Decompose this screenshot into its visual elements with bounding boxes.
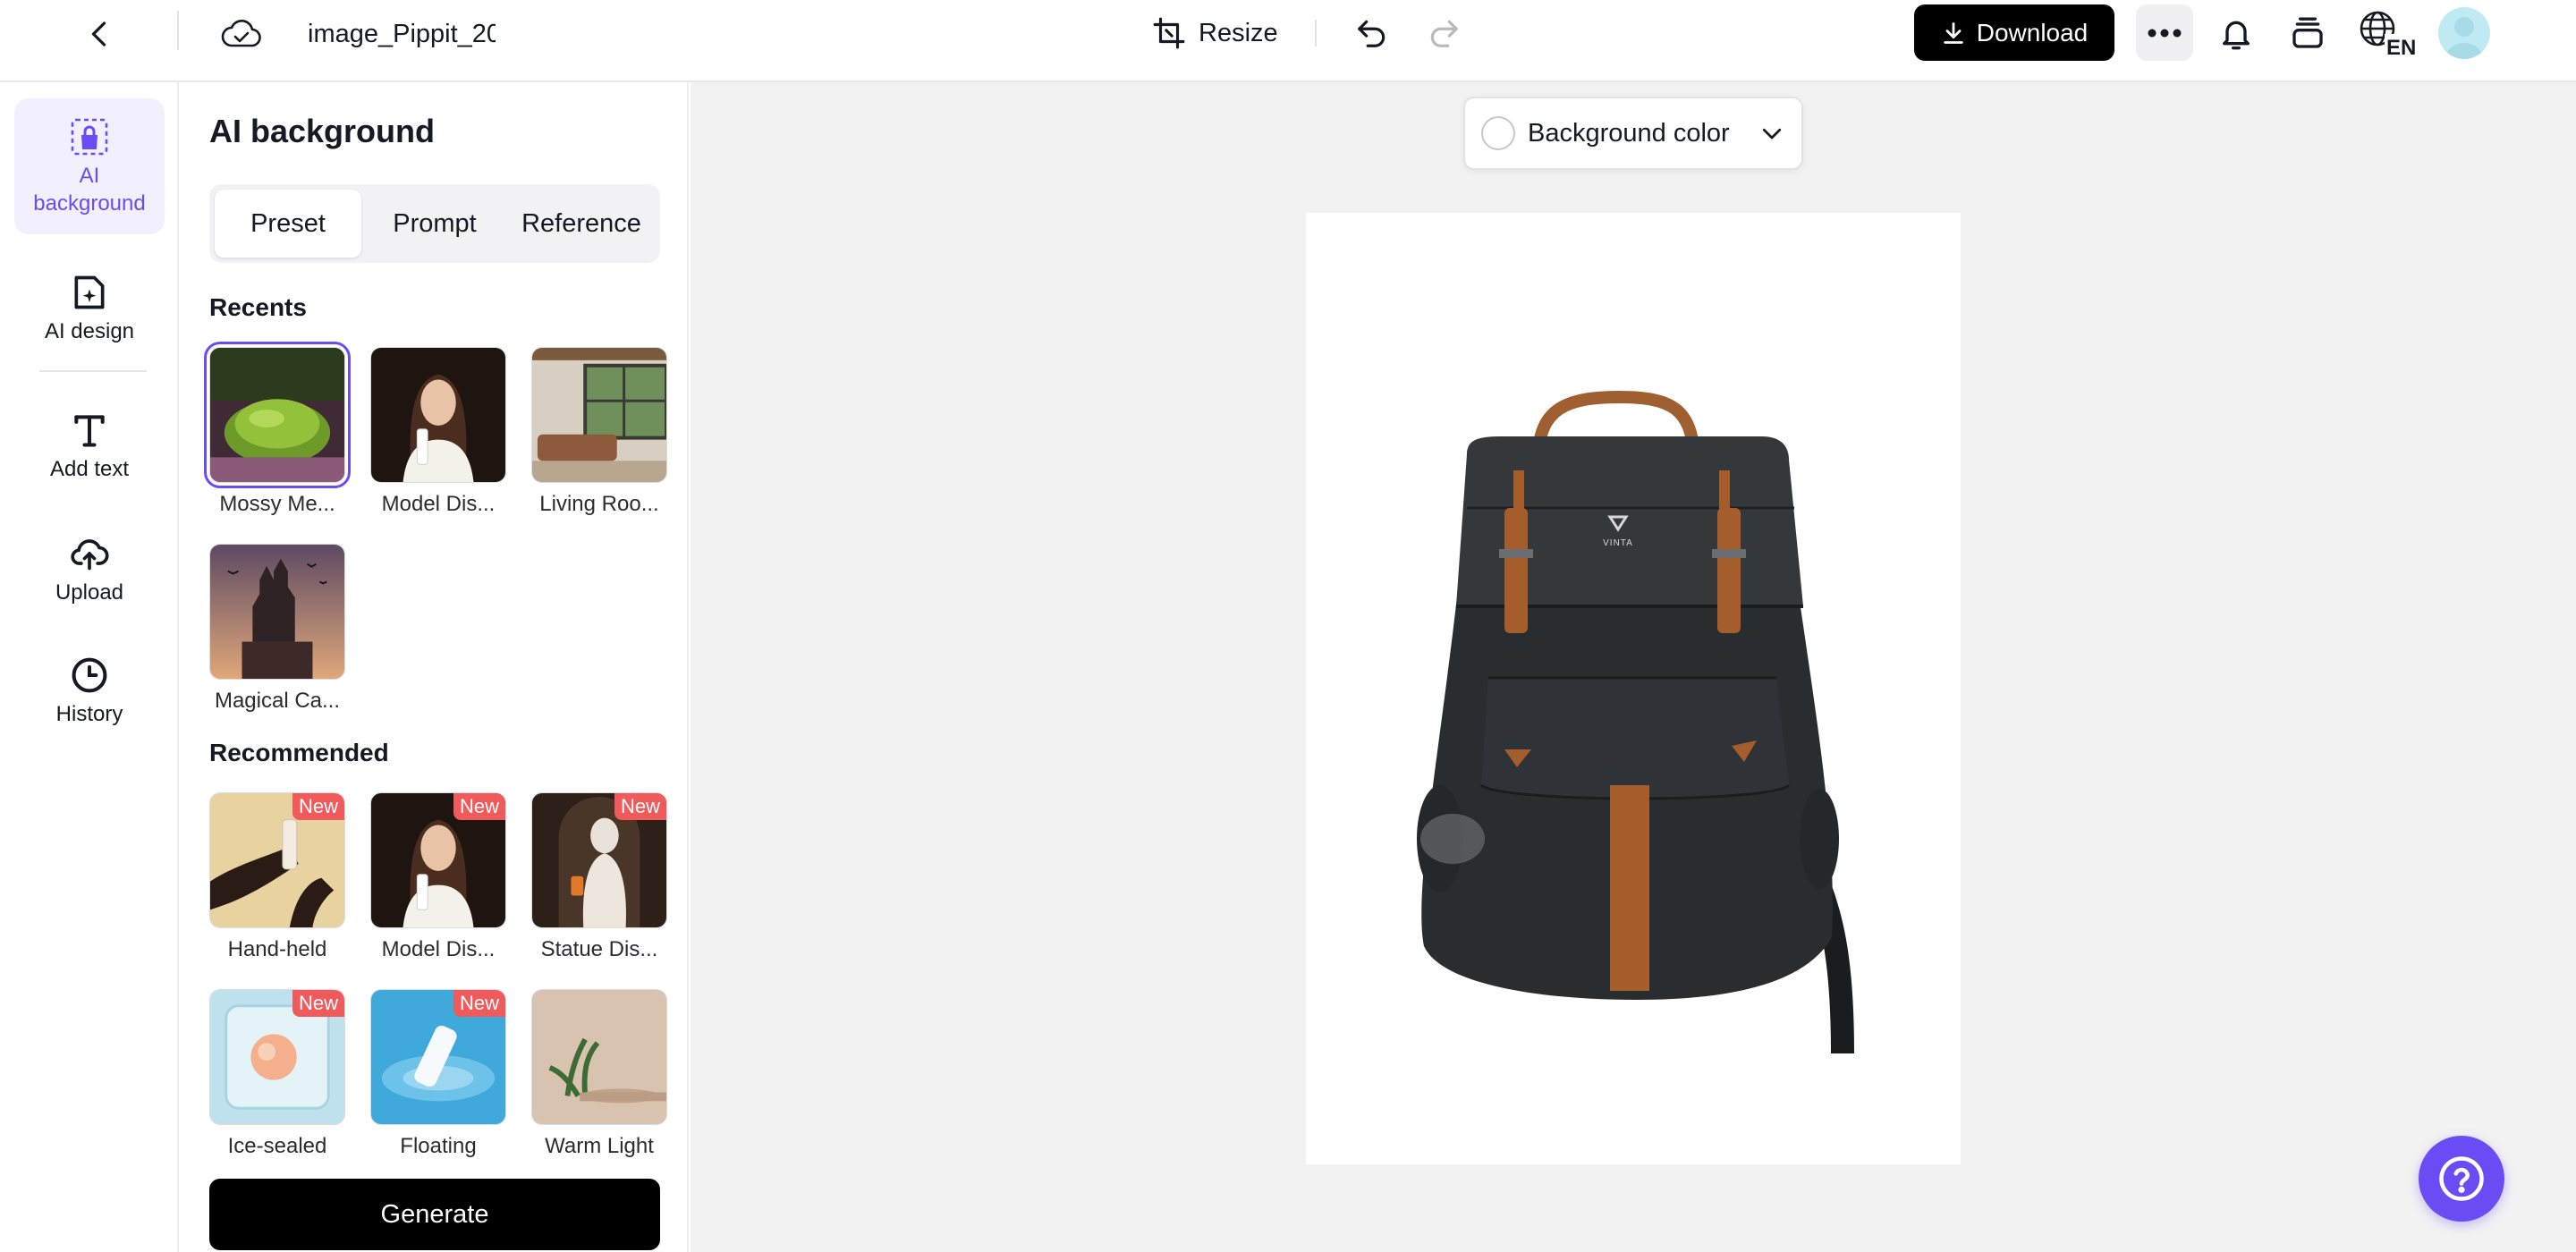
notifications-button[interactable] — [2213, 11, 2259, 55]
thumbnail-label: Living Roo... — [539, 492, 659, 516]
thumbnail-label: Hand-held — [227, 937, 327, 961]
backpack-product-image[interactable]: VINTA — [1306, 213, 1961, 1164]
rail-item-add-text[interactable]: Add text — [14, 392, 165, 499]
download-button[interactable]: Download — [1914, 4, 2114, 61]
thumbnail-label: Mossy Me... — [219, 492, 335, 516]
preset-thumbnail[interactable] — [531, 989, 667, 1125]
thumbnail-label: Model Dis... — [381, 492, 496, 516]
color-swatch — [1481, 116, 1515, 150]
rail-item-label: Add text — [49, 456, 130, 481]
resize-icon — [1153, 17, 1185, 49]
mode-tabs: Preset Prompt Reference — [209, 184, 660, 263]
recommended-heading: Recommended — [209, 739, 389, 766]
rail-item-upload[interactable]: Upload — [14, 515, 165, 622]
thumbnail-label: Statue Dis... — [540, 937, 658, 961]
resize-label: Resize — [1199, 18, 1278, 47]
help-button[interactable] — [2419, 1136, 2504, 1222]
preset-thumbnail[interactable] — [204, 342, 351, 488]
thumbnail-label: Floating — [400, 1134, 477, 1158]
ai-background-icon — [68, 115, 111, 158]
user-avatar[interactable] — [2438, 7, 2490, 59]
rail-item-history[interactable]: History — [14, 637, 165, 744]
rail-item-label: AI background — [33, 164, 146, 216]
preset-thumbnail[interactable]: New — [370, 989, 506, 1125]
background-color-dropdown[interactable]: Background color — [1463, 97, 1803, 170]
redo-icon — [1430, 20, 1458, 47]
canvas-area: Background color VINTA — [691, 82, 2576, 1252]
thumbnail-label: Warm Light — [545, 1134, 654, 1158]
resize-button[interactable]: Resize — [1152, 11, 1278, 55]
download-icon — [1944, 21, 1963, 44]
preset-thumbnail[interactable] — [531, 347, 667, 483]
preset-thumbnail[interactable] — [370, 347, 506, 483]
thumbnail-label: Magical Ca... — [214, 689, 341, 713]
undo-icon — [1358, 20, 1385, 47]
divider — [1315, 20, 1317, 47]
top-bar: image_Pippit_20 Resize Download EN — [0, 0, 2576, 82]
redo-button[interactable] — [1420, 11, 1467, 55]
preset-thumbnail[interactable] — [209, 544, 345, 680]
ai-design-icon — [68, 271, 111, 314]
tab-reference[interactable]: Reference — [508, 190, 655, 258]
thumbnail-label: Ice-sealed — [227, 1134, 327, 1158]
rail-item-ai-design[interactable]: AI design — [14, 258, 165, 358]
ai-background-panel: AI background Preset Prompt Reference Re… — [181, 82, 689, 1252]
globe-icon: EN — [2360, 11, 2415, 57]
rail-item-label: AI design — [44, 318, 135, 343]
text-icon — [68, 409, 111, 452]
preset-thumbnail[interactable]: New — [209, 989, 345, 1125]
more-horizontal-icon — [2148, 29, 2182, 37]
cloud-save-button[interactable] — [216, 13, 267, 55]
left-tool-rail: AI background AI design Add text Upload — [0, 82, 179, 1252]
artboard[interactable]: VINTA — [1306, 213, 1961, 1164]
generate-button[interactable]: Generate — [209, 1179, 660, 1250]
cloud-check-icon — [221, 19, 261, 47]
new-badge: New — [292, 990, 344, 1017]
new-badge: New — [453, 793, 505, 820]
user-icon — [2445, 17, 2483, 59]
rail-item-label: History — [55, 701, 123, 726]
back-button[interactable] — [79, 13, 122, 55]
download-label: Download — [1976, 18, 2089, 47]
rail-item-label: Upload — [55, 579, 124, 605]
new-badge: New — [614, 793, 666, 820]
layers-button[interactable] — [2284, 11, 2331, 55]
thumbnail-label: Model Dis... — [381, 937, 496, 961]
language-button[interactable]: EN — [2358, 9, 2415, 57]
bell-icon — [2223, 21, 2250, 50]
svg-text:EN: EN — [2386, 36, 2415, 57]
more-options-button[interactable] — [2136, 4, 2193, 61]
rail-divider — [39, 370, 147, 372]
preset-thumbnail[interactable]: New — [370, 792, 506, 928]
new-badge: New — [453, 990, 505, 1017]
background-color-label: Background color — [1528, 118, 1730, 148]
preset-thumbnail[interactable]: New — [209, 792, 345, 928]
preset-thumbnail[interactable]: New — [531, 792, 667, 928]
tab-prompt[interactable]: Prompt — [361, 190, 508, 258]
undo-button[interactable] — [1349, 11, 1395, 55]
new-badge: New — [292, 793, 344, 820]
chevron-left-icon — [91, 21, 106, 47]
help-icon — [2439, 1156, 2484, 1201]
svg-text:VINTA: VINTA — [1603, 538, 1633, 548]
panel-title: AI background — [209, 113, 436, 149]
upload-cloud-icon — [68, 532, 111, 575]
divider — [177, 11, 179, 50]
recents-heading: Recents — [209, 293, 307, 321]
file-name[interactable]: image_Pippit_20 — [308, 16, 496, 52]
tab-preset[interactable]: Preset — [215, 190, 361, 258]
rail-item-ai-background[interactable]: AI background — [14, 98, 165, 234]
layers-icon — [2292, 17, 2323, 48]
clock-icon — [68, 654, 111, 697]
chevron-down-icon — [1762, 128, 1782, 140]
